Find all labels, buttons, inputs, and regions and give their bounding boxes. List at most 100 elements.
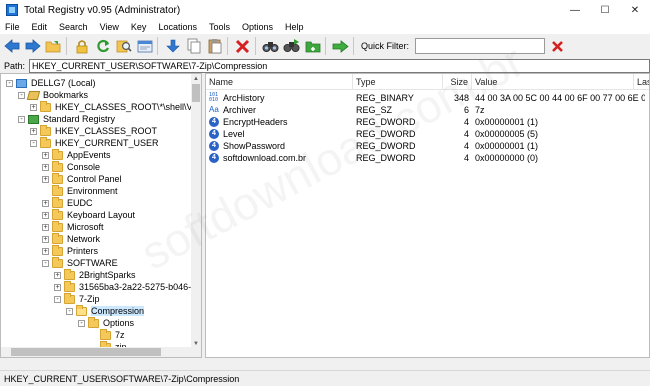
column-header-last[interactable]: Las: [634, 74, 649, 90]
values-list-pane[interactable]: Name Type Size Value Las 101010 ArcHistor…: [205, 73, 650, 358]
tree-node-label[interactable]: 7-Zip: [79, 294, 100, 304]
tree-node[interactable]: - Bookmarks: [18, 89, 88, 101]
go-icon[interactable]: [331, 37, 350, 56]
tree-node[interactable]: +2BrightSparks: [54, 268, 136, 281]
tree-node-label[interactable]: 2BrightSparks: [79, 270, 136, 280]
scroll-up-icon[interactable]: ▲: [191, 74, 201, 84]
tree-node[interactable]: - Options: [78, 316, 134, 329]
tree-node-label[interactable]: Bookmarks: [43, 90, 88, 100]
tree-node-label[interactable]: 7z: [115, 330, 125, 340]
tree-node[interactable]: Environment: [42, 184, 118, 197]
tree-node[interactable]: + Printers: [42, 244, 98, 257]
column-header-type[interactable]: Type: [353, 74, 443, 90]
expand-toggle-icon[interactable]: +: [30, 127, 37, 135]
minimize-button[interactable]: —: [560, 0, 590, 20]
tree-node[interactable]: - SOFTWARE: [42, 256, 118, 269]
delete-icon[interactable]: [233, 37, 252, 56]
tree-node-label[interactable]: Keyboard Layout: [67, 210, 135, 220]
expand-toggle-icon[interactable]: +: [42, 247, 49, 255]
tree-node-label[interactable]: Microsoft: [67, 222, 104, 232]
menu-tools[interactable]: Tools: [204, 22, 237, 32]
maximize-button[interactable]: ☐: [590, 0, 620, 20]
import-icon[interactable]: [135, 37, 154, 56]
tree-node-label[interactable]: 31565ba3-2a22-5275-b046-1e6: [79, 282, 193, 292]
collapse-toggle-icon[interactable]: -: [18, 115, 25, 123]
menu-file[interactable]: File: [0, 22, 27, 32]
tree-node-label[interactable]: Environment: [67, 186, 118, 196]
tree-node-label[interactable]: HKEY_CLASSES_ROOT: [55, 126, 157, 136]
tree-node[interactable]: + Keyboard Layout: [42, 208, 135, 221]
expand-toggle-icon[interactable]: +: [42, 151, 49, 159]
tree-node[interactable]: + Network: [42, 232, 100, 245]
column-header-value[interactable]: Value: [472, 74, 634, 90]
tree-node-label[interactable]: Compression: [91, 306, 145, 316]
tree-node[interactable]: + AppEvents: [42, 148, 111, 161]
tree-node-label[interactable]: AppEvents: [67, 150, 111, 160]
open-folder-icon[interactable]: [44, 37, 63, 56]
tree-scroll-thumb[interactable]: [192, 84, 200, 102]
expand-toggle-icon[interactable]: +: [42, 235, 49, 243]
refresh-icon[interactable]: [93, 37, 112, 56]
expand-toggle-icon[interactable]: +: [42, 211, 49, 219]
tree-node-label[interactable]: HKEY_CURRENT_USER: [55, 138, 159, 148]
collapse-toggle-icon[interactable]: -: [54, 295, 61, 303]
menu-search[interactable]: Search: [54, 22, 95, 32]
value-row[interactable]: 4 Level REG_DWORD 4 0x00000005 (5): [206, 128, 649, 140]
collapse-toggle-icon[interactable]: -: [78, 319, 85, 327]
collapse-toggle-icon[interactable]: -: [66, 307, 73, 315]
tree-node[interactable]: +31565ba3-2a22-5275-b046-1e6: [54, 280, 193, 293]
tree-node-label[interactable]: Control Panel: [67, 174, 122, 184]
bookmark-add-icon[interactable]: [303, 37, 322, 56]
forward-arrow-icon[interactable]: [23, 37, 42, 56]
clear-filter-icon[interactable]: [549, 38, 566, 54]
column-header-name[interactable]: Name: [206, 74, 353, 90]
collapse-toggle-icon[interactable]: -: [30, 139, 37, 147]
find-key-icon[interactable]: [114, 37, 133, 56]
tree-node-label[interactable]: SOFTWARE: [67, 258, 118, 268]
menu-key[interactable]: Key: [126, 22, 154, 32]
collapse-toggle-icon[interactable]: -: [6, 79, 13, 87]
tree-node-label[interactable]: Console: [67, 162, 100, 172]
registry-tree-pane[interactable]: - DELLG7 (Local) - Bookmarks + HKEY_CLASSES_R…: [0, 73, 202, 358]
tree-node-label[interactable]: HKEY_CLASSES_ROOT\*\shell\VirusTota: [55, 102, 193, 112]
menu-locations[interactable]: Locations: [153, 22, 204, 32]
tree-node-label[interactable]: Options: [103, 318, 134, 328]
tree-node-label[interactable]: DELLG7 (Local): [31, 78, 96, 88]
tree-node[interactable]: + Control Panel: [42, 172, 122, 185]
tree-node[interactable]: + HKEY_CLASSES_ROOT: [30, 124, 157, 137]
lock-icon[interactable]: [72, 37, 91, 56]
path-input[interactable]: HKEY_CURRENT_USER\SOFTWARE\7-Zip\Compres…: [29, 58, 650, 73]
value-row[interactable]: 101 010 ArcHistory REG_BINARY 348 44 00 3A 00…: [206, 92, 649, 104]
expand-toggle-icon[interactable]: +: [30, 103, 37, 111]
menu-edit[interactable]: Edit: [27, 22, 55, 32]
tree-node[interactable]: - Standard Registry: [18, 113, 115, 125]
menu-options[interactable]: Options: [237, 22, 280, 32]
paste-icon[interactable]: [205, 37, 224, 56]
tree-node-label[interactable]: Printers: [67, 246, 98, 256]
expand-toggle-icon[interactable]: +: [42, 163, 49, 171]
menu-help[interactable]: Help: [280, 22, 311, 32]
tree-node[interactable]: + Microsoft: [42, 220, 104, 233]
find-icon[interactable]: [261, 37, 280, 56]
expand-toggle-icon[interactable]: +: [42, 199, 49, 207]
expand-toggle-icon[interactable]: +: [54, 283, 61, 291]
tree-node-label[interactable]: Network: [67, 234, 100, 244]
value-row[interactable]: 4 softdownload.com.br REG_DWORD 4 0x00000000…: [206, 152, 649, 164]
tree-node[interactable]: + Console: [42, 160, 100, 173]
back-arrow-icon[interactable]: [2, 37, 21, 56]
tree-node[interactable]: - HKEY_CURRENT_USER: [30, 136, 159, 149]
tree-node[interactable]: - Compression: [66, 304, 145, 317]
find-next-icon[interactable]: [282, 37, 301, 56]
tree-node[interactable]: - 7-Zip: [54, 292, 100, 305]
expand-toggle-icon[interactable]: +: [42, 223, 49, 231]
tree-node[interactable]: + HKEY_CLASSES_ROOT\*\shell\VirusTota: [30, 100, 193, 113]
tree-node-label[interactable]: Standard Registry: [43, 114, 115, 124]
tree-node[interactable]: - DELLG7 (Local): [6, 77, 96, 89]
column-header-size[interactable]: Size: [443, 74, 472, 90]
tree-node[interactable]: 7z: [90, 328, 125, 341]
close-button[interactable]: ✕: [620, 0, 650, 20]
collapse-toggle-icon[interactable]: -: [42, 259, 49, 267]
tree-hscroll-thumb[interactable]: [11, 348, 161, 356]
tree-vertical-scrollbar[interactable]: ▲ ▼: [191, 74, 201, 349]
expand-toggle-icon[interactable]: +: [42, 175, 49, 183]
